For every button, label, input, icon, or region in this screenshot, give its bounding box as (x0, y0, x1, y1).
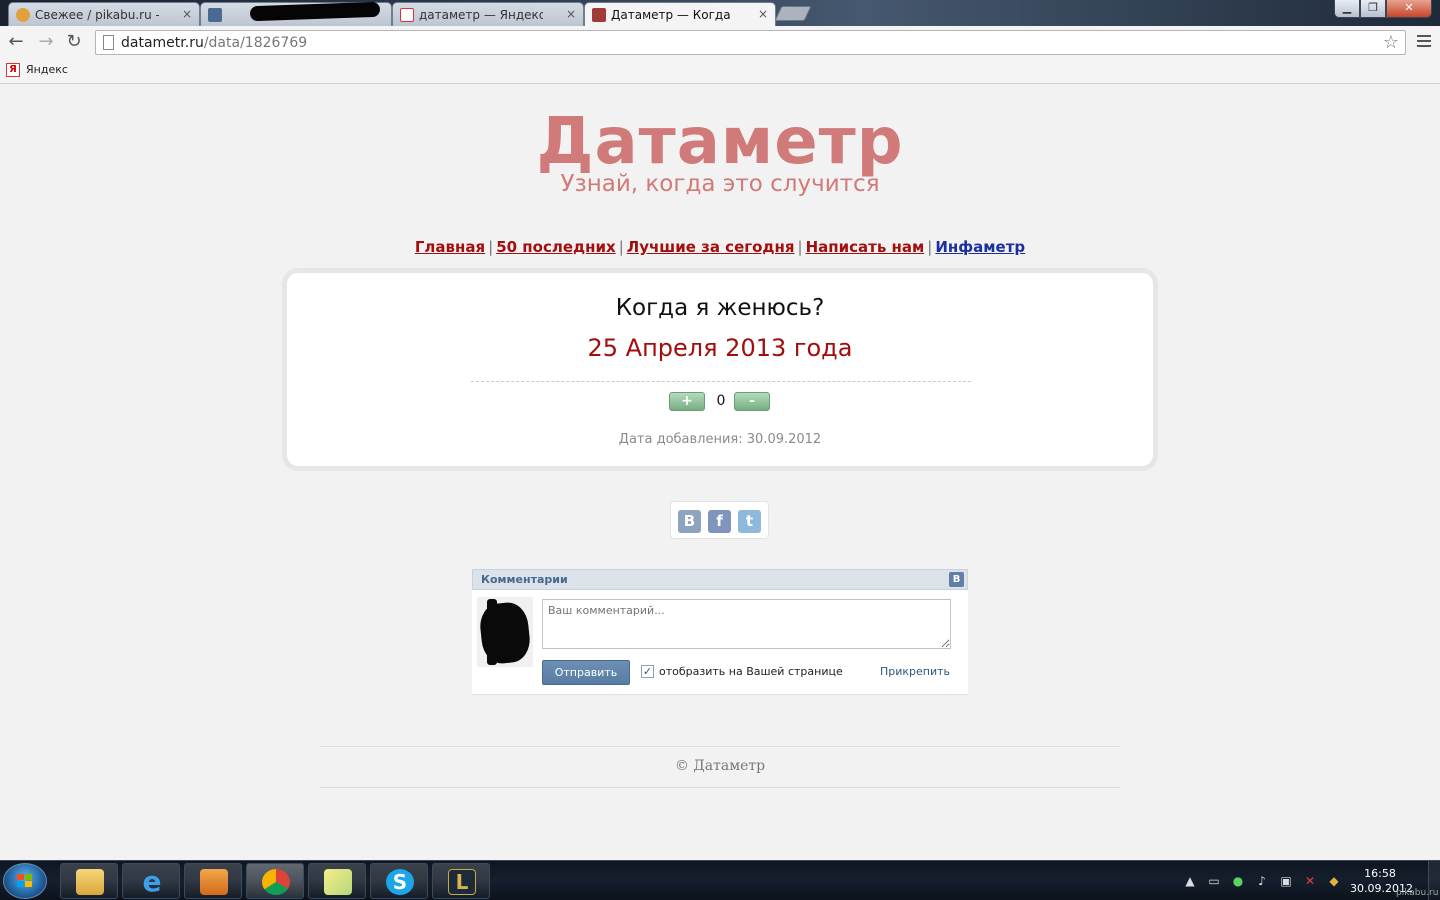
explorer-icon (76, 869, 104, 895)
site-logo-title[interactable]: Датаметр (0, 105, 1440, 179)
windows-flag-icon (17, 874, 33, 888)
taskbar-league[interactable]: L (432, 863, 490, 899)
page-icon (103, 35, 114, 50)
tab-title: датаметр — Яндекс: нашл (419, 8, 543, 22)
vote-plus-button[interactable]: + (669, 392, 705, 411)
watermark: pikabu.ru (1396, 888, 1439, 898)
tab-datametr[interactable]: Датаметр — Когда я жени × (584, 2, 776, 26)
media-player-icon (200, 869, 228, 895)
security-icon[interactable]: ● (1230, 873, 1246, 889)
question: Когда я женюсь? (615, 295, 825, 321)
send-comment-button[interactable]: Отправить (542, 660, 630, 685)
vk-comments-widget: Комментарии В Отправить ✓ отобразить на … (472, 569, 968, 695)
league-of-legends-icon: L (448, 869, 476, 895)
share-buttons: В f t (670, 501, 769, 539)
back-button[interactable]: ← (5, 31, 27, 53)
screen-icon[interactable]: ▣ (1278, 873, 1294, 889)
nav-infametr[interactable]: Инфаметр (935, 238, 1025, 256)
show-on-page-label: отобразить на Вашей странице (659, 665, 843, 678)
address-bar[interactable]: datametr.ru/data/1826769 ☆ (95, 30, 1406, 55)
taskbar-chrome[interactable] (246, 863, 304, 899)
yandex-icon: Я (6, 63, 20, 77)
nav-home[interactable]: Главная (415, 238, 485, 256)
bookmarks-bar: Я Яндекс (0, 59, 1440, 84)
main-nav: Главная | 50 последних | Лучшие за сегодня | Н… (414, 238, 1026, 256)
taskbar-sticky-notes[interactable] (308, 863, 366, 899)
pikabu-favicon-icon (16, 8, 30, 22)
site-logo-subtitle: Узнай, когда это случится (560, 171, 880, 197)
added-date: Дата добавления: 30.09.2012 (618, 432, 822, 447)
update-icon[interactable]: ◆ (1326, 873, 1342, 889)
comment-input[interactable] (542, 599, 951, 649)
ie-icon: e (142, 865, 162, 898)
start-button[interactable] (3, 863, 47, 899)
answer-date: 25 Апреля 2013 года (587, 334, 853, 362)
no-connection-icon[interactable]: ✕ (1302, 873, 1318, 889)
nav-contact[interactable]: Написать нам (806, 238, 925, 256)
taskbar-explorer[interactable] (60, 863, 118, 899)
page-viewport: Датаметр Узнай, когда это случится Главн… (0, 85, 1440, 860)
footer-bottom-line (320, 787, 1120, 788)
vote-count: 0 (716, 393, 726, 409)
bookmark-star-icon[interactable]: ☆ (1383, 32, 1399, 53)
vote-minus-button[interactable]: - (734, 392, 770, 411)
divider (471, 381, 971, 382)
footer-copyright: © Датаметр (674, 758, 766, 774)
tab-pikabu[interactable]: Свежее / pikabu.ru - Все × (8, 2, 200, 26)
new-tab-button[interactable] (774, 6, 812, 21)
taskbar-media-player[interactable] (184, 863, 242, 899)
tab-title: Свежее / pikabu.ru - Все (35, 8, 159, 22)
show-on-page-checkbox[interactable]: ✓ (641, 665, 654, 678)
maximize-button[interactable]: ❐ (1360, 0, 1386, 18)
comments-header: Комментарии В (472, 569, 968, 590)
tab-favicon-icon (208, 8, 222, 22)
comments-title: Комментарии (481, 573, 568, 586)
attach-link[interactable]: Прикрепить (880, 665, 950, 678)
tab-title: Датаметр — Когда я жени (611, 8, 735, 22)
volume-icon[interactable]: ♪ (1254, 873, 1270, 889)
taskbar-ie[interactable]: e (122, 863, 180, 899)
tab-close-icon[interactable]: × (182, 7, 192, 21)
address-url: datametr.ru/data/1826769 (121, 35, 308, 51)
avatar (477, 597, 533, 667)
nav-last-50[interactable]: 50 последних (496, 238, 615, 256)
vk-badge-icon[interactable]: В (949, 572, 964, 587)
close-window-button[interactable]: ✕ (1386, 0, 1432, 18)
sticky-notes-icon (324, 869, 352, 895)
tab-yandex-search[interactable]: датаметр — Яндекс: нашл × (392, 2, 584, 26)
tab-close-icon[interactable]: × (758, 7, 768, 21)
footer-top-line (320, 746, 1120, 747)
twitter-icon[interactable]: t (738, 510, 761, 533)
yandex-favicon-icon (400, 8, 414, 22)
reload-button[interactable]: ↻ (63, 31, 85, 53)
clock-time: 16:58 (1364, 867, 1396, 880)
minimize-button[interactable]: ▁ (1334, 0, 1360, 18)
chrome-icon (262, 869, 290, 895)
taskbar-skype[interactable]: S (370, 863, 428, 899)
tab-close-icon[interactable]: × (566, 7, 576, 21)
datametr-favicon-icon (592, 8, 606, 22)
vk-icon[interactable]: В (678, 510, 701, 533)
network-icon[interactable]: ▭ (1206, 873, 1222, 889)
bookmark-yandex[interactable]: Я Яндекс (6, 63, 68, 77)
forward-button[interactable]: → (35, 31, 57, 53)
prediction-card: Когда я женюсь? 25 Апреля 2013 года + 0 … (282, 268, 1158, 471)
arrow-up-icon[interactable]: ▲ (1182, 873, 1198, 889)
windows-taskbar: e S L ▲ ▭ ● ♪ ▣ ✕ ◆ 16:58 30.09.2012 (0, 860, 1440, 900)
chrome-menu-icon[interactable] (1417, 35, 1431, 47)
skype-icon: S (386, 869, 414, 895)
facebook-icon[interactable]: f (708, 510, 731, 533)
nav-best-today[interactable]: Лучшие за сегодня (627, 238, 795, 256)
browser-tabstrip: Свежее / pikabu.ru - Все × датаметр — Ян… (0, 0, 1440, 26)
